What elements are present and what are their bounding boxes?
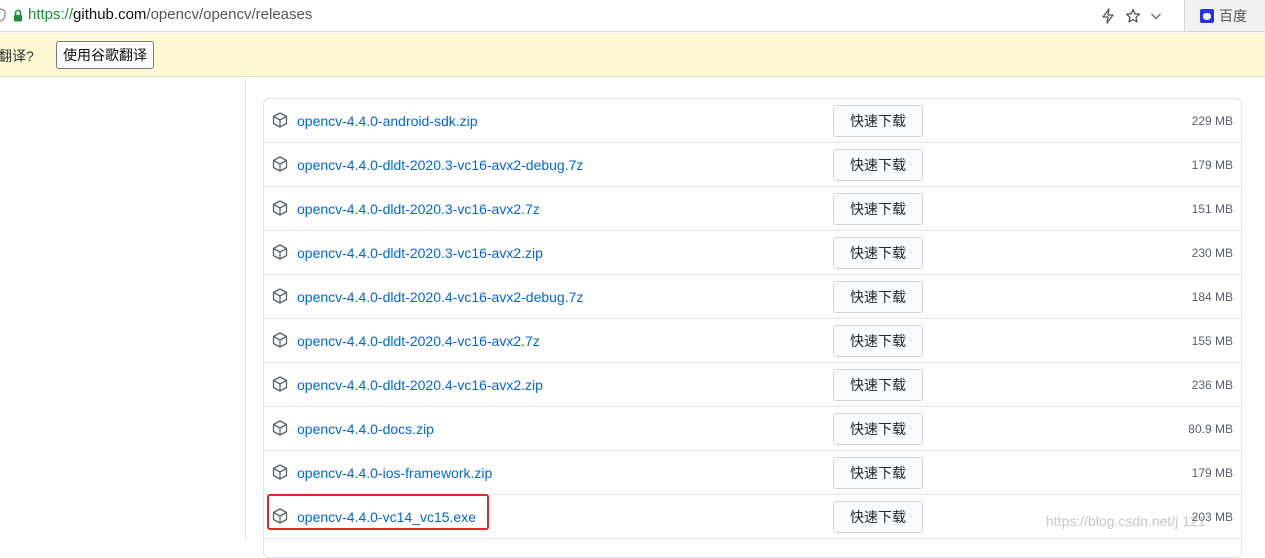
search-engine-label: 百度 [1219,8,1247,24]
fast-download-button[interactable]: 快速下载 [833,237,923,269]
fast-download-button[interactable]: 快速下载 [833,281,923,313]
asset-size: 80.9 MB [1188,422,1233,436]
fast-download-button[interactable]: 快速下载 [833,149,923,181]
asset-download-link[interactable]: opencv-4.4.0-ios-framework.zip [297,465,492,482]
asset-size: 151 MB [1191,202,1233,216]
package-icon [272,420,288,436]
package-icon [272,376,288,392]
asset-download-link[interactable]: opencv-4.4.0-dldt-2020.3-vc16-avx2.7z [297,201,540,218]
asset-row: opencv-4.4.0-dldt-2020.3-vc16-avx2-debug… [264,143,1241,187]
asset-row: opencv-4.4.0-dldt-2020.3-vc16-avx2.zip 快速… [264,231,1241,275]
url-host: github.com [73,6,147,23]
asset-row: opencv-4.4.0-ios-framework.zip 快速下载 179 MB [264,451,1241,495]
fast-download-button[interactable]: 快速下载 [833,105,923,137]
url-field[interactable]: https://github.com/opencv/opencv/release… [0,0,1185,31]
asset-row: opencv-4.4.0-docs.zip 快速下载 80.9 MB [264,407,1241,451]
google-translate-button[interactable]: 使用谷歌翻译 [56,41,154,69]
release-assets-list: opencv-4.4.0-android-sdk.zip 快速下载 229 MB op… [263,98,1242,558]
asset-size: 230 MB [1191,246,1233,260]
asset-row: opencv-4.4.0-android-sdk.zip 快速下载 229 MB [264,99,1241,143]
fast-download-button[interactable]: 快速下载 [833,325,923,357]
fast-download-button[interactable]: 快速下载 [833,457,923,489]
asset-download-link[interactable]: opencv-4.4.0-dldt-2020.4-vc16-avx2-debug… [297,289,583,306]
translate-prompt: 翻译? [0,48,34,64]
sidebar-divider [245,78,246,540]
package-icon [272,156,288,172]
fast-download-button[interactable]: 快速下载 [833,413,923,445]
package-icon [272,464,288,480]
package-icon [272,200,288,216]
asset-row: opencv-4.4.0-dldt-2020.4-vc16-avx2.zip 快速… [264,363,1241,407]
asset-row: opencv-4.4.0-dldt-2020.3-vc16-avx2.7z 快速下… [264,187,1241,231]
asset-download-link[interactable]: opencv-4.4.0-vc14_vc15.exe [297,509,476,526]
package-icon [272,508,288,524]
asset-download-link[interactable]: opencv-4.4.0-android-sdk.zip [297,113,478,130]
asset-size: 184 MB [1191,290,1233,304]
asset-download-link[interactable]: opencv-4.4.0-dldt-2020.3-vc16-avx2.zip [297,245,543,262]
browser-address-bar: https://github.com/opencv/opencv/release… [0,0,1265,32]
asset-download-link[interactable]: opencv-4.4.0-dldt-2020.4-vc16-avx2.zip [297,377,543,394]
fast-download-button[interactable]: 快速下载 [833,369,923,401]
url-scheme: https:// [28,6,74,23]
watermark: https://blog.csdn.net/j 121 [1046,513,1206,529]
baidu-icon [1200,9,1214,23]
package-icon [272,112,288,128]
asset-size: 155 MB [1191,334,1233,348]
asset-download-link[interactable]: opencv-4.4.0-dldt-2020.4-vc16-avx2.7z [297,333,540,350]
url-text[interactable]: https://github.com/opencv/opencv/release… [28,6,312,24]
search-engine-selector[interactable]: 百度 [1200,4,1247,28]
translate-bar: 翻译? 使用谷歌翻译 [0,33,1265,77]
asset-size: 179 MB [1191,466,1233,480]
asset-row: opencv-4.4.0-dldt-2020.4-vc16-avx2.7z 快速下… [264,319,1241,363]
package-icon [272,332,288,348]
asset-row: opencv-4.4.0-dldt-2020.4-vc16-avx2-debug… [264,275,1241,319]
package-icon [272,244,288,260]
url-path: /opencv/opencv/releases [146,6,313,23]
asset-download-link[interactable]: opencv-4.4.0-docs.zip [297,421,434,438]
lock-icon[interactable] [13,9,23,22]
asset-download-link[interactable]: opencv-4.4.0-dldt-2020.3-vc16-avx2-debug… [297,157,583,174]
package-icon [272,288,288,304]
fast-download-button[interactable]: 快速下载 [833,193,923,225]
asset-size: 179 MB [1191,158,1233,172]
chevron-down-icon[interactable] [1150,10,1162,22]
asset-size: 236 MB [1191,378,1233,392]
asset-size: 229 MB [1191,114,1233,128]
star-icon[interactable] [1125,8,1141,24]
shield-icon[interactable] [0,8,6,22]
fast-download-button[interactable]: 快速下载 [833,501,923,533]
bolt-icon[interactable] [1101,8,1115,24]
